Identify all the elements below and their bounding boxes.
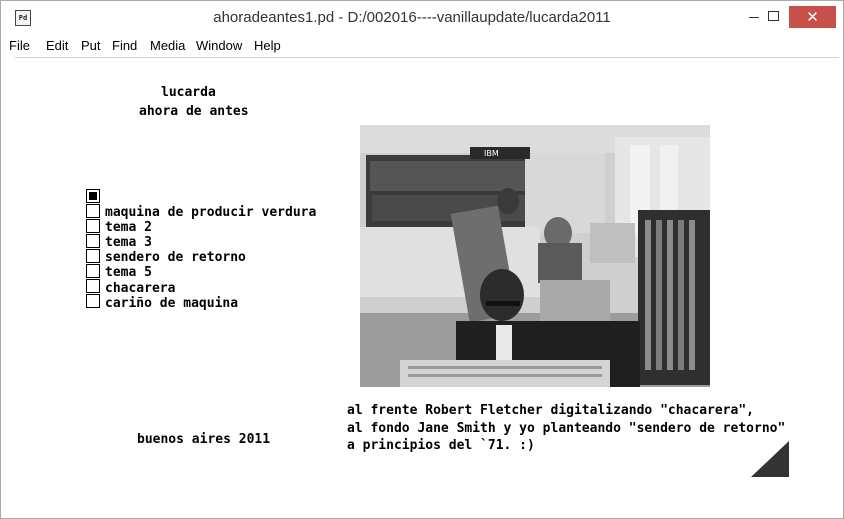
radio-cell[interactable] — [86, 204, 100, 218]
radio-cell[interactable] — [86, 249, 100, 263]
resize-corner-icon[interactable] — [751, 441, 789, 477]
menu-find[interactable]: Find — [112, 38, 137, 53]
computer-room-photo: IBM — [360, 125, 710, 387]
window-title: ahoradeantes1.pd - D:/002016----vanillau… — [213, 9, 611, 26]
menu-media[interactable]: Media — [150, 38, 185, 53]
photo-ibm-label: IBM — [484, 149, 499, 158]
radio-label: maquina de producir verdura — [105, 205, 317, 220]
menu-bar: File Edit Put Find Media Window Help — [9, 35, 835, 55]
maximize-button[interactable] — [758, 1, 788, 31]
close-button[interactable]: ✕ — [789, 6, 836, 28]
radio-label: tema 5 — [105, 265, 152, 280]
footer-text: buenos aires 2011 — [137, 432, 271, 447]
pd-app-icon[interactable]: Pd — [15, 10, 31, 26]
caption-line: al frente Robert Fletcher digitalizando … — [347, 403, 754, 418]
radio-cell[interactable] — [86, 189, 100, 203]
caption-line: al fondo Jane Smith y yo planteando "sen… — [347, 421, 786, 436]
app-window: Pd ahoradeantes1.pd - D:/002016----vanil… — [0, 0, 844, 519]
radio-cell[interactable] — [86, 264, 100, 278]
patch-subheading: ahora de antes — [139, 104, 249, 119]
radio-label: tema 3 — [105, 235, 152, 250]
menu-help[interactable]: Help — [254, 38, 281, 53]
menu-put[interactable]: Put — [81, 38, 101, 53]
radio-cell[interactable] — [86, 219, 100, 233]
menu-edit[interactable]: Edit — [46, 38, 68, 53]
radio-label: tema 2 — [105, 220, 152, 235]
radio-label: cariño de maquina — [105, 296, 239, 311]
maximize-icon — [767, 11, 779, 21]
menu-window[interactable]: Window — [196, 38, 242, 53]
radio-cell[interactable] — [86, 294, 100, 308]
radio-cell[interactable] — [86, 234, 100, 248]
caption-line: a principios del `71. :) — [347, 438, 535, 453]
patch-heading: lucarda — [161, 85, 216, 100]
radio-label: sendero de retorno — [105, 250, 246, 265]
radio-label: chacarera — [105, 281, 176, 296]
close-icon: ✕ — [806, 8, 819, 26]
title-bar[interactable]: Pd ahoradeantes1.pd - D:/002016----vanil… — [1, 1, 843, 33]
menu-file[interactable]: File — [9, 38, 30, 53]
radio-cell[interactable] — [86, 279, 100, 293]
vradio[interactable] — [86, 189, 100, 309]
